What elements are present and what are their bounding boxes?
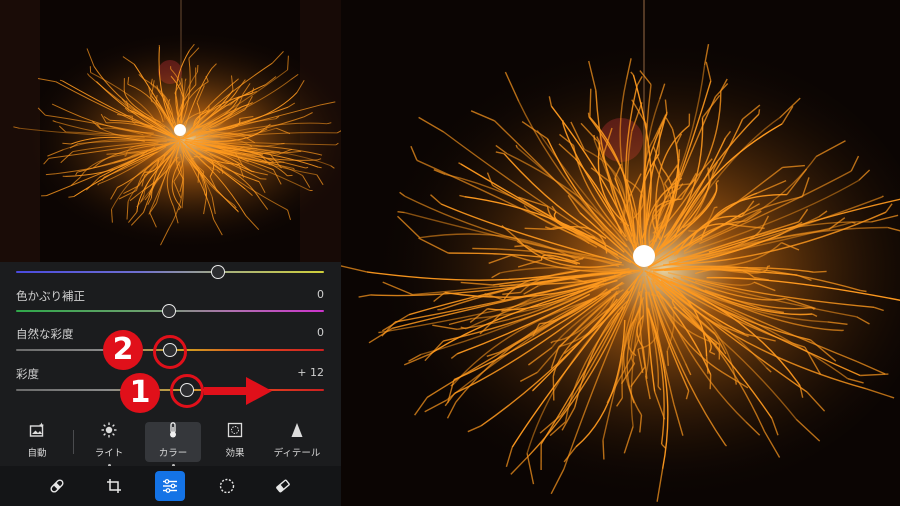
spark-branch bbox=[320, 154, 323, 156]
spark-branch bbox=[197, 171, 200, 183]
eraser-icon[interactable] bbox=[268, 471, 298, 501]
spark-branch bbox=[318, 166, 322, 169]
spark-branch bbox=[97, 183, 99, 186]
spark-branch bbox=[758, 109, 761, 115]
screen: 色かぶり補正 0 自然な彩度 0 彩度 + 12 2 1 自動 ライト カラー … bbox=[0, 0, 900, 506]
slider-value: 0 bbox=[317, 288, 324, 301]
annotation-ring-vibrance bbox=[153, 335, 187, 369]
tab-effects[interactable]: 効果 bbox=[208, 422, 262, 462]
spark-branch bbox=[589, 88, 592, 118]
spark-branch bbox=[203, 176, 206, 179]
spark-branch bbox=[881, 195, 884, 198]
spark-branch bbox=[714, 206, 718, 209]
tab-label: ディテール bbox=[273, 448, 321, 459]
edit-tabs: 自動 ライト カラー 効果 ディテール bbox=[0, 416, 341, 467]
annotation-badge-2: 2 bbox=[103, 330, 143, 370]
tab-light[interactable]: ライト bbox=[82, 422, 136, 467]
slider-label: 自然な彩度 bbox=[16, 327, 74, 341]
spark-branch bbox=[587, 112, 590, 118]
bottom-toolbar bbox=[0, 466, 341, 506]
detail-triangle-icon bbox=[268, 422, 326, 442]
slider-label: 彩度 bbox=[16, 367, 39, 381]
tab-auto[interactable]: 自動 bbox=[10, 422, 64, 462]
tab-label: 自動 bbox=[27, 448, 47, 459]
crop-rotate-icon[interactable] bbox=[99, 471, 129, 501]
spark-branch bbox=[767, 265, 771, 268]
tab-divider bbox=[73, 430, 74, 454]
photo-preview-small bbox=[0, 0, 341, 262]
sun-icon bbox=[82, 422, 136, 442]
sliders-icon[interactable] bbox=[155, 471, 185, 501]
slider-knob-tint[interactable] bbox=[162, 304, 176, 318]
spark-branch bbox=[735, 381, 737, 385]
spark-branch bbox=[602, 440, 605, 460]
tab-label: カラー bbox=[158, 448, 188, 459]
spark-branch bbox=[59, 79, 63, 82]
slider-label: 色かぶり補正 bbox=[16, 289, 85, 303]
slider-value: + 12 bbox=[297, 366, 324, 379]
photo-preview-zoomed bbox=[341, 0, 900, 506]
spark-branch bbox=[184, 78, 187, 81]
sparkler-image-small bbox=[0, 0, 341, 262]
spark-branch bbox=[715, 343, 718, 346]
spark-branch bbox=[524, 227, 551, 230]
slider-value: 0 bbox=[317, 326, 324, 339]
spark-branch bbox=[472, 247, 498, 250]
sparkler-image-zoomed bbox=[341, 0, 900, 506]
spark-branch bbox=[93, 166, 95, 168]
tab-label: 効果 bbox=[225, 448, 245, 459]
auto-image-icon bbox=[10, 422, 64, 442]
annotation-badge-1: 1 bbox=[120, 373, 160, 413]
heal-bandage-icon[interactable] bbox=[42, 471, 72, 501]
effects-frame-icon bbox=[208, 422, 262, 442]
annotation-arrow-right-icon bbox=[204, 377, 272, 405]
thermometer-icon bbox=[145, 422, 201, 442]
selective-circle-icon[interactable] bbox=[212, 471, 242, 501]
slider-knob-temp[interactable] bbox=[211, 265, 225, 279]
slider-track-temp[interactable] bbox=[16, 271, 324, 273]
tab-label: ライト bbox=[94, 448, 124, 459]
spark-branch bbox=[237, 78, 239, 80]
annotation-ring-saturation bbox=[170, 374, 204, 408]
spark-branch bbox=[813, 270, 827, 273]
tab-color[interactable]: カラー bbox=[145, 422, 201, 467]
tab-detail[interactable]: ディテール bbox=[268, 422, 326, 462]
spark-branch bbox=[397, 211, 405, 214]
spark-branch bbox=[305, 166, 309, 169]
spark-branch bbox=[709, 374, 712, 390]
spark-branch bbox=[725, 444, 727, 447]
